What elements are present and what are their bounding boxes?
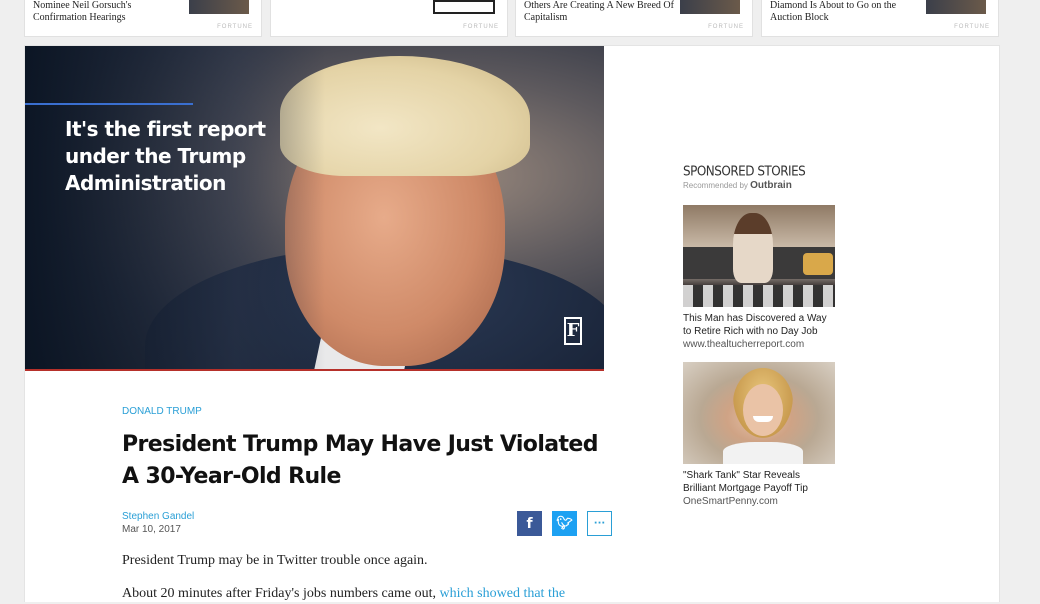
related-story-thumbnail[interactable] <box>433 0 495 14</box>
article-category-link[interactable]: DONALD TRUMP <box>122 406 612 417</box>
sponsored-story-title[interactable]: "Shark Tank" Star Reveals Brilliant Mort… <box>683 469 835 495</box>
facebook-share-button[interactable]: f <box>517 511 542 536</box>
sponsored-story[interactable]: "Shark Tank" Star Reveals Brilliant Mort… <box>683 362 835 507</box>
thumbnail-face <box>743 384 783 436</box>
related-story-title[interactable]: Others Are Creating A New Breed Of Capit… <box>524 0 674 24</box>
hero-image: It's the first report under the Trump Ad… <box>25 46 604 371</box>
related-story-card[interactable]: Others Are Creating A New Breed Of Capit… <box>515 0 753 37</box>
related-story-source: FORTUNE <box>954 24 990 30</box>
sponsored-story[interactable]: This Man has Discovered a Way to Retire … <box>683 205 835 350</box>
sponsored-story-title[interactable]: This Man has Discovered a Way to Retire … <box>683 312 835 338</box>
sponsored-story-thumbnail[interactable] <box>683 362 835 464</box>
related-story-thumbnail[interactable] <box>926 0 986 14</box>
twitter-icon: 🐦︎ <box>556 516 573 531</box>
article-paragraph: President Trump may be in Twitter troubl… <box>122 553 428 568</box>
thumbnail-smile <box>753 416 773 422</box>
facebook-icon: f <box>526 515 533 532</box>
hero-quote: It's the first report under the Trump Ad… <box>65 117 266 195</box>
more-icon: ··· <box>593 518 606 529</box>
article-paragraph: About 20 minutes after Friday's jobs num… <box>122 584 612 604</box>
hero-overlay <box>25 46 325 371</box>
paragraph-text: About 20 minutes after Friday's jobs num… <box>122 586 440 601</box>
related-story-source: FORTUNE <box>463 24 499 30</box>
thumbnail-top <box>723 442 803 464</box>
thumbnail-pillow <box>803 253 833 275</box>
article-body: DONALD TRUMP President Trump May Have Ju… <box>122 406 612 604</box>
twitter-share-button[interactable]: 🐦︎ <box>552 511 577 536</box>
share-buttons: f 🐦︎ ··· <box>517 511 612 536</box>
byline: Stephen Gandel Mar 10, 2017 f 🐦︎ ··· <box>122 511 612 541</box>
article-inline-link[interactable]: which showed that the <box>439 586 565 601</box>
sponsored-story-source: OneSmartPenny.com <box>683 496 778 507</box>
related-story-source: FORTUNE <box>708 24 744 30</box>
related-stories-strip: Nominee Neil Gorsuch's Confirmation Hear… <box>24 0 1000 37</box>
related-story-thumbnail[interactable] <box>189 0 249 14</box>
related-story-card[interactable]: Nominee Neil Gorsuch's Confirmation Hear… <box>24 0 262 37</box>
sponsored-title: SPONSORED STORIES <box>683 163 806 179</box>
related-story-source: FORTUNE <box>217 24 253 30</box>
related-story-card[interactable]: Diamond Is About to Go on the Auction Bl… <box>761 0 999 37</box>
more-share-button[interactable]: ··· <box>587 511 612 536</box>
sponsored-story-source: www.thealtucherreport.com <box>683 339 805 350</box>
related-story-title[interactable]: Nominee Neil Gorsuch's Confirmation Hear… <box>33 0 183 24</box>
related-story-title[interactable]: Diamond Is About to Go on the Auction Bl… <box>770 0 920 24</box>
article-headline: President Trump May Have Just Violated A… <box>122 432 599 489</box>
hero-divider <box>25 369 604 371</box>
sponsored-stories-widget: SPONSORED STORIES Recommended by Outbrai… <box>683 163 835 507</box>
thumbnail-person <box>733 213 773 283</box>
recommended-prefix: Recommended by <box>683 181 751 190</box>
outbrain-logo-icon: Outbrain <box>750 180 792 191</box>
hero-accent-line <box>25 103 193 105</box>
thumbnail-chessboard <box>683 285 835 307</box>
related-story-thumbnail[interactable] <box>680 0 740 14</box>
article-container: It's the first report under the Trump Ad… <box>24 45 1000 602</box>
recommended-by[interactable]: Recommended by Outbrain <box>683 180 835 191</box>
related-story-card[interactable]: FORTUNE <box>270 0 508 37</box>
fortune-logo-icon: F <box>564 317 582 345</box>
sponsored-story-thumbnail[interactable] <box>683 205 835 307</box>
